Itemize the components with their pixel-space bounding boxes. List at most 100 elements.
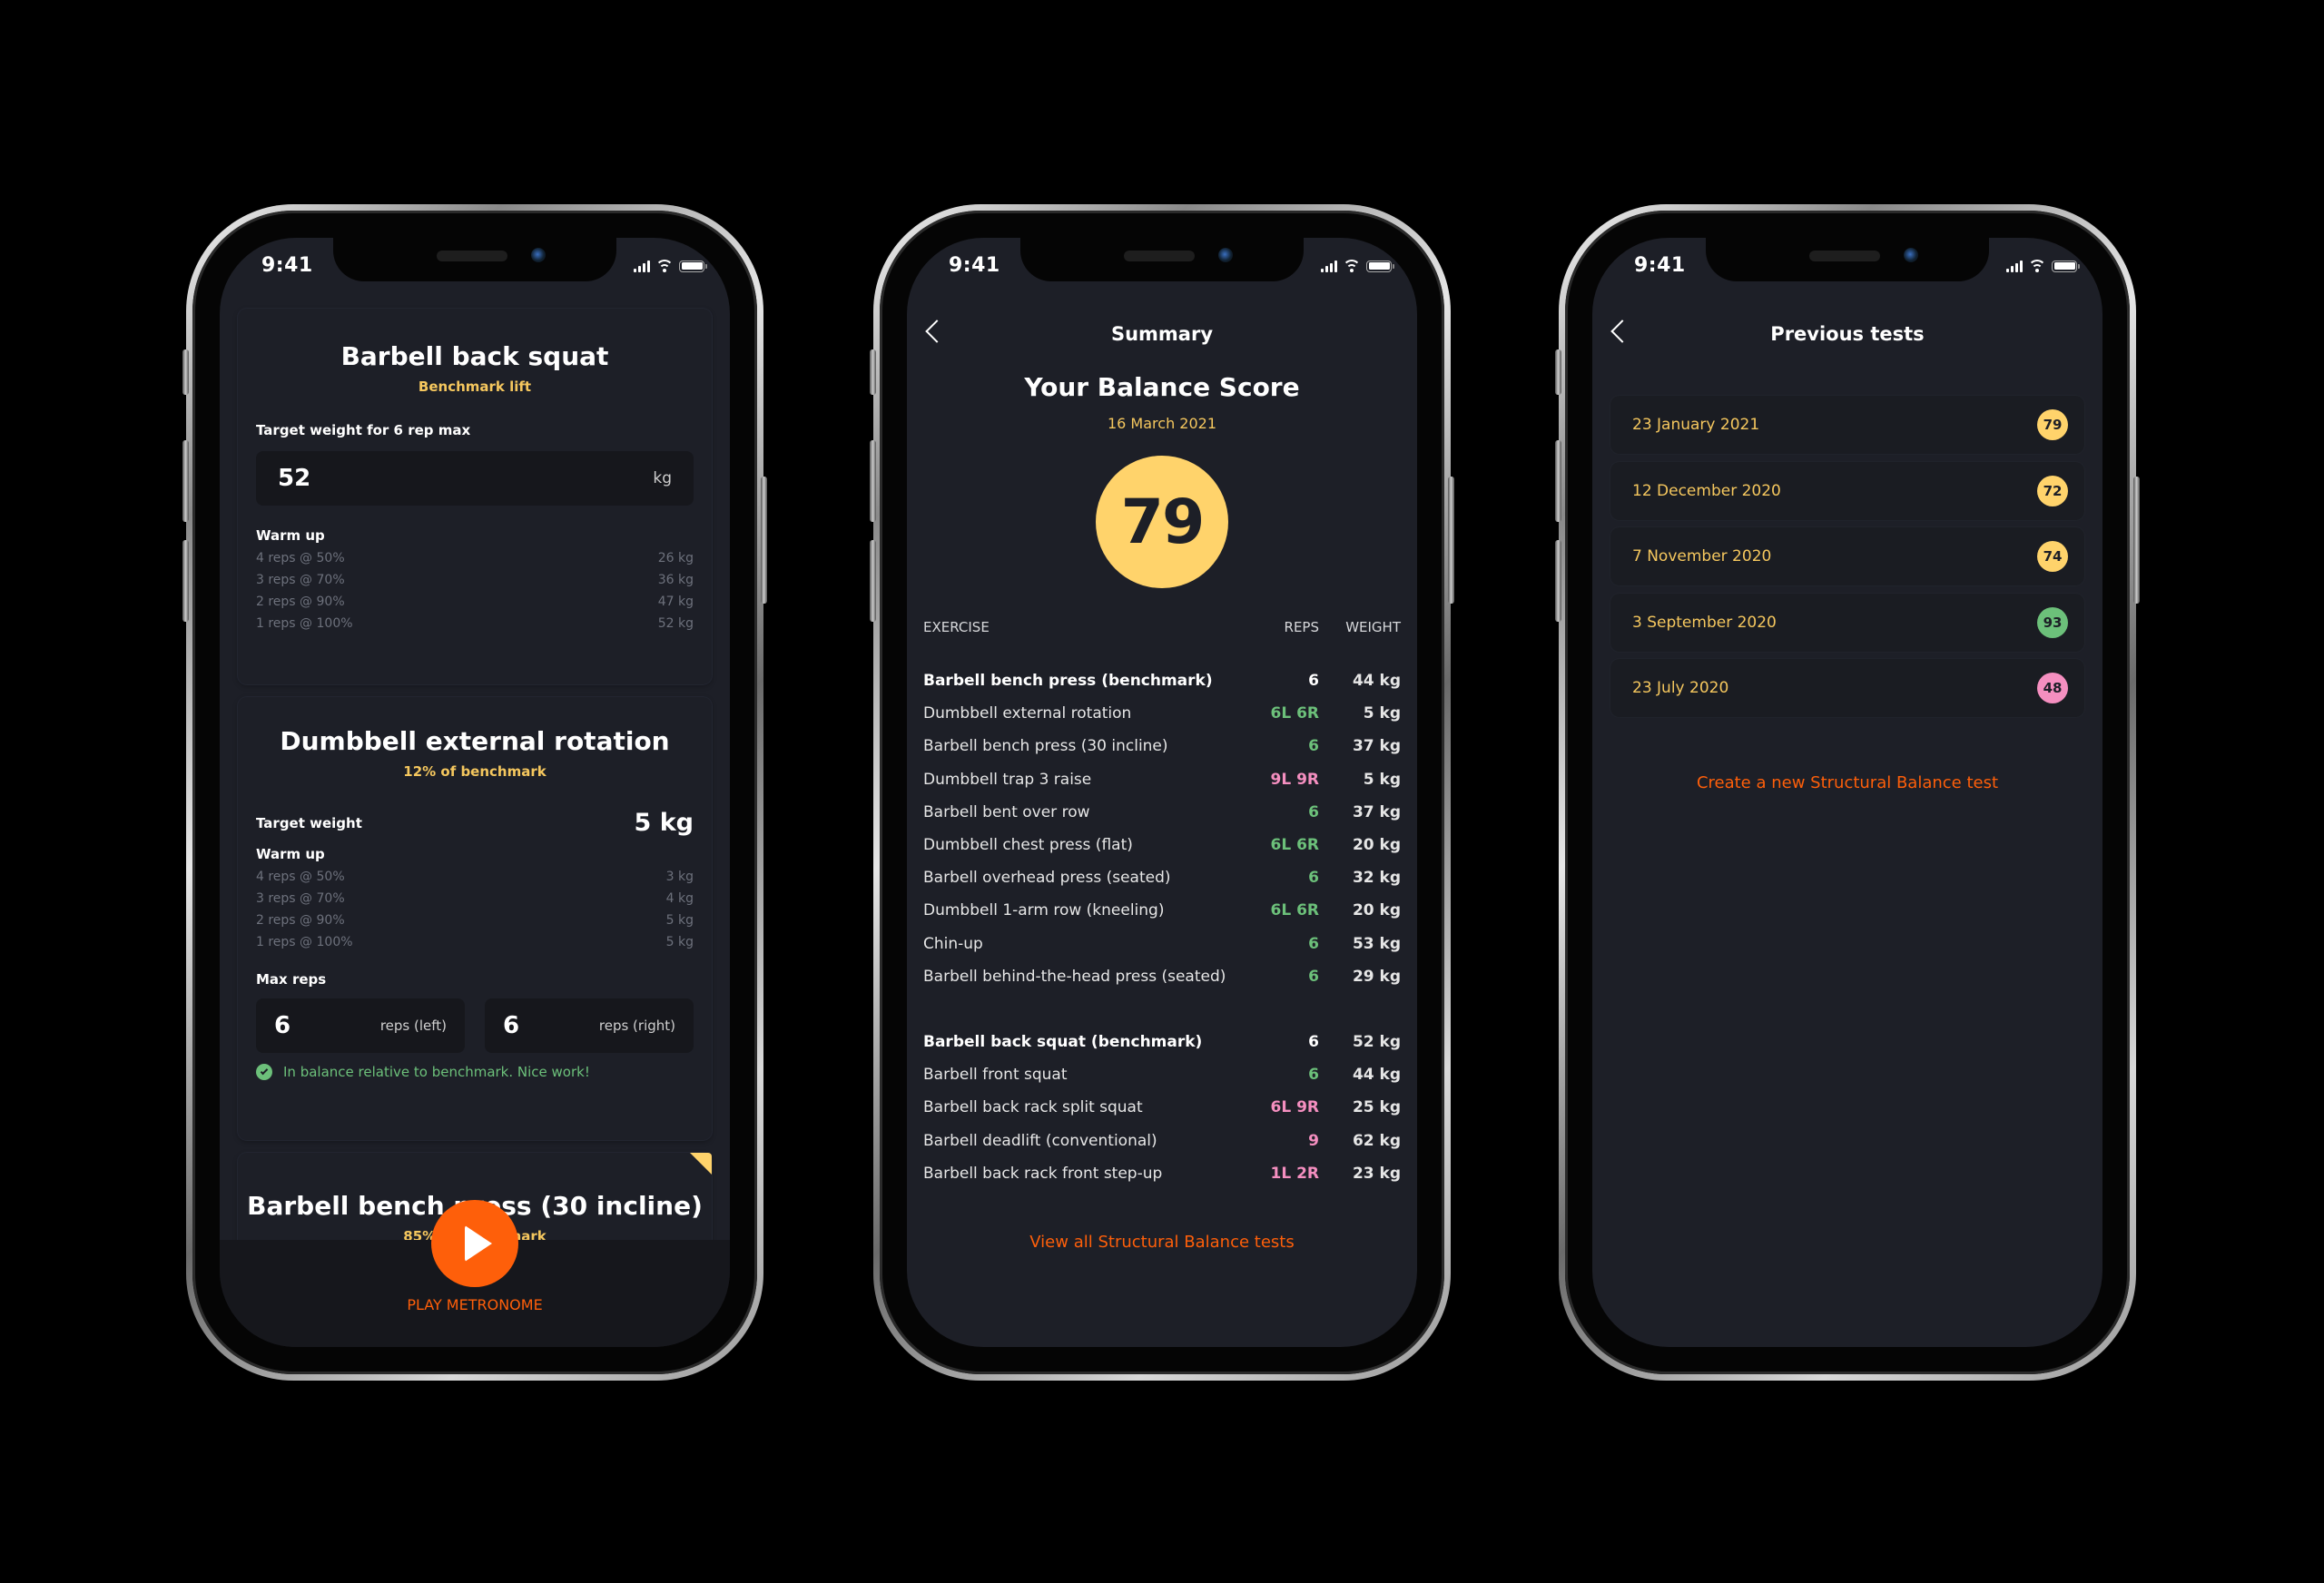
play-metronome-button[interactable] bbox=[431, 1200, 518, 1287]
exercise-name: Barbell bench press (benchmark) bbox=[923, 672, 1213, 691]
warmup-row: 4 reps @ 50% 26 kg bbox=[256, 547, 694, 569]
warmup-weight: 3 kg bbox=[665, 870, 694, 884]
table-row[interactable]: Chin-up 6 53 kg bbox=[923, 928, 1401, 960]
test-date: 23 January 2021 bbox=[1632, 416, 1760, 434]
reps-right-value: 6 bbox=[503, 1012, 520, 1039]
exercise-name: Barbell bench press (30 incline) bbox=[923, 737, 1168, 756]
reps-left-input[interactable]: 6 reps (left) bbox=[256, 998, 465, 1053]
table-row[interactable]: Dumbbell 1-arm row (kneeling) 6L 6R 20 kg bbox=[923, 894, 1401, 927]
weight-value: 37 kg bbox=[1352, 737, 1401, 756]
target-weight-input[interactable]: 52 kg bbox=[256, 451, 694, 506]
warmup-list: 4 reps @ 50% 26 kg 3 reps @ 70% 36 kg 2 re… bbox=[256, 547, 694, 634]
col-exercise-header: EXERCISE bbox=[923, 619, 990, 635]
previous-test-item[interactable]: 12 December 2020 72 bbox=[1610, 461, 2084, 520]
play-icon bbox=[465, 1225, 492, 1262]
weight-value: 53 kg bbox=[1352, 934, 1401, 953]
exercise-name: Barbell back squat (benchmark) bbox=[923, 1032, 1203, 1051]
col-reps-header: REPS bbox=[1284, 619, 1319, 635]
warmup-row: 1 reps @ 100% 52 kg bbox=[256, 613, 694, 634]
volume-down-button bbox=[1555, 540, 1561, 622]
volume-down-button bbox=[870, 540, 876, 622]
table-row[interactable]: Barbell bench press (30 incline) 6 37 kg bbox=[923, 730, 1401, 762]
reps-right-input[interactable]: 6 reps (right) bbox=[485, 998, 694, 1053]
nav-bar: Summary bbox=[907, 318, 1417, 354]
warmup-reps: 2 reps @ 90% bbox=[256, 595, 345, 609]
table-row[interactable]: Barbell bent over row 6 37 kg bbox=[923, 796, 1401, 829]
reps-left-value: 6 bbox=[274, 1012, 291, 1039]
table-row[interactable]: Dumbbell chest press (flat) 6L 6R 20 kg bbox=[923, 829, 1401, 861]
exercise-subtitle: 12% of benchmark bbox=[403, 763, 547, 780]
weight-value: 20 kg bbox=[1352, 901, 1401, 920]
table-row[interactable]: Barbell back rack split squat 6L 9R 25 kg bbox=[923, 1091, 1401, 1124]
table-row[interactable]: Barbell bench press (benchmark) 6 44 kg bbox=[923, 664, 1401, 697]
warmup-reps: 2 reps @ 90% bbox=[256, 913, 345, 928]
table-row[interactable]: Barbell deadlift (conventional) 9 62 kg bbox=[923, 1124, 1401, 1156]
battery-icon bbox=[679, 260, 707, 272]
table-row[interactable]: Barbell back rack front step-up 1L 2R 23 k… bbox=[923, 1157, 1401, 1190]
play-metronome-label[interactable]: PLAY METRONOME bbox=[220, 1296, 730, 1313]
bezel: 9:41 Barbell back squat Benchmark lift T… bbox=[192, 211, 757, 1374]
target-weight-value: 5 kg bbox=[634, 809, 694, 837]
mute-switch bbox=[1555, 349, 1561, 395]
balance-score-badge: 79 bbox=[1096, 456, 1228, 588]
table-group: Barbell bench press (benchmark) 6 44 kg Dum… bbox=[923, 664, 1401, 993]
side-button bbox=[1448, 477, 1454, 604]
previous-test-item[interactable]: 3 September 2020 93 bbox=[1610, 593, 2084, 652]
view-all-tests-link[interactable]: View all Structural Balance tests bbox=[907, 1233, 1417, 1252]
previous-test-item[interactable]: 23 January 2021 79 bbox=[1610, 396, 2084, 454]
phone-previous-tests: 9:41 Previous tests 23 January 2021 79 12 … bbox=[1555, 204, 2140, 1381]
weight-value: 37 kg bbox=[1352, 802, 1401, 821]
table-row[interactable]: Barbell behind-the-head press (seated) 6 2… bbox=[923, 960, 1401, 993]
score-badge: 74 bbox=[2037, 541, 2068, 572]
status-bar: 9:41 bbox=[220, 238, 730, 292]
previous-tests-list: 23 January 2021 79 12 December 2020 72 7 Nov… bbox=[1610, 396, 2084, 725]
weight-value: 25 kg bbox=[1352, 1098, 1401, 1117]
bezel: 9:41 Previous tests 23 January 2021 79 12 … bbox=[1565, 211, 2130, 1374]
reps-value: 6L 6R bbox=[1270, 704, 1320, 723]
reps-value: 1L 2R bbox=[1270, 1164, 1320, 1183]
score-badge: 48 bbox=[2037, 673, 2068, 703]
screen-summary: 9:41 Summary Your Balance Score 16 March… bbox=[907, 238, 1417, 1347]
nav-bar: Previous tests bbox=[1592, 318, 2102, 354]
create-new-test-link[interactable]: Create a new Structural Balance test bbox=[1592, 773, 2102, 792]
table-row[interactable]: Dumbbell trap 3 raise 9L 9R 5 kg bbox=[923, 763, 1401, 796]
test-date: 7 November 2020 bbox=[1632, 547, 1772, 565]
reps-value: 9L 9R bbox=[1270, 770, 1320, 789]
warmup-reps: 3 reps @ 70% bbox=[256, 891, 345, 906]
warmup-weight: 5 kg bbox=[665, 913, 694, 928]
previous-test-item[interactable]: 23 July 2020 48 bbox=[1610, 659, 2084, 717]
table-group: Barbell back squat (benchmark) 6 52 kg Barb… bbox=[923, 1026, 1401, 1190]
mute-switch bbox=[182, 349, 189, 395]
test-date: 23 July 2020 bbox=[1632, 679, 1729, 697]
reps-value: 6L 9R bbox=[1270, 1098, 1320, 1117]
col-weight-header: WEIGHT bbox=[1345, 619, 1401, 635]
reps-value: 6 bbox=[1308, 737, 1319, 756]
signal-icon bbox=[1321, 260, 1337, 272]
exercise-name: Barbell behind-the-head press (seated) bbox=[923, 967, 1226, 986]
status-bar: 9:41 bbox=[1592, 238, 2102, 292]
warmup-weight: 47 kg bbox=[657, 595, 694, 609]
bezel: 9:41 Summary Your Balance Score 16 March… bbox=[880, 211, 1444, 1374]
score-title: Your Balance Score bbox=[1024, 372, 1300, 402]
table-row[interactable]: Barbell front squat 6 44 kg bbox=[923, 1058, 1401, 1091]
table-row[interactable]: Barbell overhead press (seated) 6 32 kg bbox=[923, 861, 1401, 894]
table-row[interactable]: Barbell back squat (benchmark) 6 52 kg bbox=[923, 1026, 1401, 1058]
summary-table: EXERCISE REPS WEIGHT Barbell bench press… bbox=[923, 619, 1401, 1190]
check-circle-icon bbox=[256, 1064, 272, 1080]
status-time: 9:41 bbox=[1634, 254, 1686, 277]
reps-left-unit: reps (left) bbox=[379, 1018, 447, 1034]
phone-workout: 9:41 Barbell back squat Benchmark lift T… bbox=[182, 204, 767, 1381]
reps-value: 6L 6R bbox=[1270, 836, 1320, 855]
exercise-name: Barbell bent over row bbox=[923, 802, 1090, 821]
previous-test-item[interactable]: 7 November 2020 74 bbox=[1610, 527, 2084, 585]
warmup-row: 2 reps @ 90% 47 kg bbox=[256, 591, 694, 613]
weight-value: 20 kg bbox=[1352, 836, 1401, 855]
weight-value: 62 kg bbox=[1352, 1131, 1401, 1150]
table-row[interactable]: Dumbbell external rotation 6L 6R 5 kg bbox=[923, 697, 1401, 730]
weight-value: 52 kg bbox=[1352, 1032, 1401, 1051]
exercise-title: Barbell back squat bbox=[340, 341, 609, 371]
exercise-card: Barbell back squat Benchmark lift Target… bbox=[238, 309, 712, 684]
exercise-name: Dumbbell trap 3 raise bbox=[923, 770, 1092, 789]
battery-icon bbox=[1366, 260, 1394, 272]
wifi-icon bbox=[655, 260, 674, 272]
